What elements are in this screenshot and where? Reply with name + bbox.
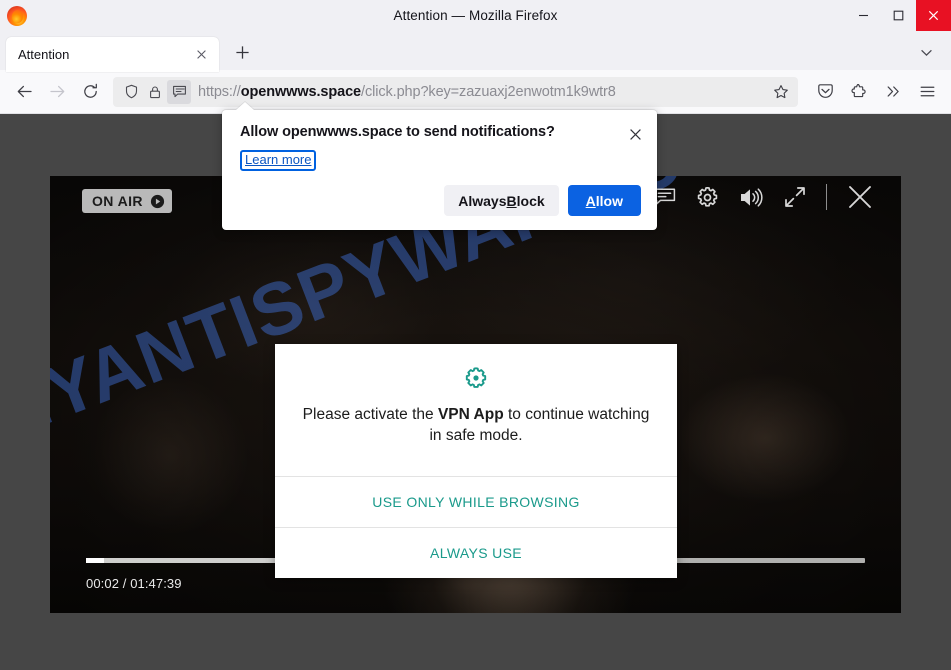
extensions-puzzle-icon[interactable] [843,76,875,108]
reload-button[interactable] [74,76,106,108]
vpn-gear-icon [301,366,651,390]
minimize-button[interactable] [846,0,881,31]
vpn-message-bold: VPN App [437,406,504,423]
doorhanger-close-icon[interactable] [625,124,645,144]
url-host: openwwws.space [240,83,362,100]
notification-permission-icon[interactable] [167,79,191,104]
current-time: 00:02 [86,576,120,591]
player-controls [653,184,873,210]
time-display: 00:02 / 01:47:39 [86,576,182,591]
browser-tab[interactable]: Attention [6,37,219,72]
play-circle-icon [150,194,164,208]
url-text[interactable]: https://openwwws.space/click.php?key=zaz… [198,84,768,100]
always-use-button[interactable]: ALWAYS USE [275,527,677,578]
maximize-button[interactable] [881,0,916,31]
doorhanger-actions: Always Block Allow [222,171,657,230]
doorhanger-header: Allow openwwws.space to send notificatio… [222,110,657,144]
gear-icon[interactable] [696,186,719,209]
on-air-badge: ON AIR [82,189,172,213]
time-separator: / [119,576,131,591]
bookmark-star-icon[interactable] [768,79,794,105]
window-title: Attention — Mozilla Firefox [393,8,558,23]
firefox-window: Attention — Mozilla Firefox Attention ht… [0,0,951,670]
list-all-tabs-button[interactable] [909,37,943,67]
allow-suffix: llow [595,192,623,209]
toolbar-right-group [809,76,943,108]
learn-more-link[interactable]: Learn more [240,150,317,171]
doorhanger-title: Allow openwwws.space to send notificatio… [240,124,555,140]
close-button[interactable] [916,0,951,31]
back-button[interactable] [8,76,40,108]
use-only-while-browsing-button[interactable]: USE ONLY WHILE BROWSING [275,476,677,527]
always-block-suffix: lock [516,192,545,209]
always-block-accesskey: B [506,192,517,209]
duration: 01:47:39 [130,576,182,591]
title-bar: Attention — Mozilla Firefox [0,0,951,31]
lock-icon[interactable] [143,80,167,104]
navigation-toolbar: https://openwwws.space/click.php?key=zaz… [0,70,951,114]
vpn-dialog-body: Please activate the VPN App to continue … [275,344,677,476]
fullscreen-icon[interactable] [784,186,806,208]
always-block-button[interactable]: Always Block [444,185,559,216]
forward-button[interactable] [41,76,73,108]
vpn-activation-dialog: Please activate the VPN App to continue … [275,344,677,578]
on-air-label: ON AIR [92,193,143,209]
tab-close-icon[interactable] [190,44,212,66]
hamburger-menu-icon[interactable] [911,76,943,108]
progress-played [86,558,104,563]
vpn-message: Please activate the VPN App to continue … [301,404,651,446]
notification-permission-popup: Allow openwwws.space to send notificatio… [222,110,657,230]
address-bar[interactable]: https://openwwws.space/click.php?key=zaz… [113,76,798,107]
window-controls [846,0,951,31]
tab-title: Attention [18,47,70,62]
pocket-icon[interactable] [809,76,841,108]
volume-icon[interactable] [739,186,764,209]
always-block-prefix: Always [458,192,507,209]
new-tab-button[interactable] [226,37,258,67]
vpn-message-before: Please activate the [302,406,438,423]
firefox-logo-icon [7,5,27,26]
controls-divider [826,184,827,210]
url-scheme: https:// [198,83,241,100]
allow-button[interactable]: Allow [567,185,641,216]
url-path: /click.php?key=zazuaxj2enwotm1k9wtr8 [361,83,616,100]
overflow-chevrons-icon[interactable] [877,76,909,108]
close-player-icon[interactable] [847,184,873,210]
tab-strip: Attention [0,31,951,72]
shield-icon[interactable] [119,80,143,104]
allow-accesskey: A [585,192,596,209]
